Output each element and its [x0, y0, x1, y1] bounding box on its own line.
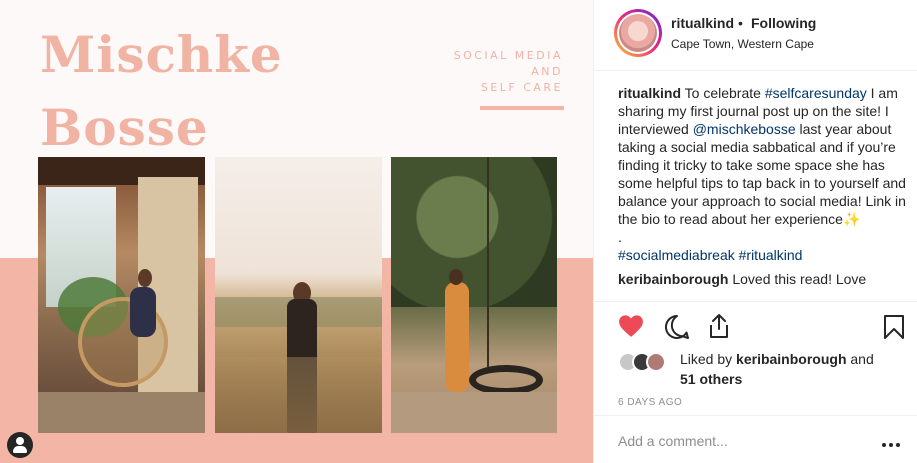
photo-woman-in-field [215, 157, 382, 433]
action-bar [594, 301, 917, 351]
sparkle-emoji: ✨ [842, 211, 861, 227]
post-sidebar: ritualkind • Following Cape Town, Wester… [593, 0, 917, 463]
bookmark-icon[interactable] [883, 314, 905, 340]
tagged-user-badge-icon[interactable] [7, 432, 33, 458]
photo-woman-in-chair [38, 157, 205, 433]
mention-mischkebosse[interactable]: @mischkebosse [693, 121, 796, 137]
tagline-underline [480, 106, 564, 110]
title-first-name: Mischke [40, 25, 283, 84]
post-image[interactable]: Mischke Bosse SOCIAL MEDIA AND SELF CARE [0, 0, 593, 463]
comment-preview: keribainborough Loved this read! Love [618, 270, 913, 288]
hashtag-ritualkind[interactable]: #ritualkind [739, 247, 803, 263]
more-options-icon[interactable] [882, 443, 902, 449]
likes-others-link[interactable]: 51 others [680, 371, 742, 387]
comment-input[interactable] [618, 429, 868, 453]
location-link[interactable]: Cape Town, Western Cape [671, 37, 814, 51]
profile-avatar[interactable] [614, 9, 662, 57]
likes-middle: and [846, 351, 874, 367]
photo-woman-on-swing [391, 157, 557, 433]
header-username[interactable]: ritualkind [671, 15, 734, 31]
likes-prefix: Liked by [680, 351, 737, 367]
tagline-line-3: SELF CARE [480, 81, 563, 94]
likes-text: Liked by keribainborough and 51 others [680, 349, 874, 389]
caption-author[interactable]: ritualkind [618, 85, 681, 101]
heart-icon[interactable] [618, 314, 644, 338]
hashtag-socialmediabreak[interactable]: #socialmediabreak [618, 247, 735, 263]
following-button[interactable]: Following [751, 15, 816, 31]
caption-area: ritualkind To celebrate #selfcaresunday … [618, 84, 913, 299]
title-last-name: Bosse [40, 98, 209, 157]
post-timestamp[interactable]: 6 DAYS AGO [618, 397, 682, 408]
caption-text: ritualkind To celebrate #selfcaresunday … [618, 84, 913, 228]
post-header: ritualkind • Following Cape Town, Wester… [594, 0, 917, 71]
liker-username[interactable]: keribainborough [736, 351, 846, 367]
hashtag-selfcaresunday[interactable]: #selfcaresunday [765, 85, 867, 101]
tagline-line-1: SOCIAL MEDIA [453, 49, 563, 62]
caption-hashtags: #socialmediabreak #ritualkind [618, 246, 913, 264]
share-icon[interactable] [707, 313, 731, 339]
comment-author[interactable]: keribainborough [618, 271, 728, 287]
likes-section: Liked by keribainborough and 51 others [618, 348, 908, 390]
tagline-line-2: AND [531, 65, 563, 78]
caption-text-1: To celebrate [681, 85, 765, 101]
tagline: SOCIAL MEDIA AND SELF CARE [454, 48, 563, 96]
comment-bar [594, 415, 917, 463]
header-separator: • [738, 15, 743, 31]
liker-avatar-3[interactable] [646, 352, 666, 372]
comment-icon[interactable] [664, 314, 690, 340]
caption-dot-line: . [618, 229, 622, 245]
comment-text: Loved this read! Love [728, 271, 867, 287]
